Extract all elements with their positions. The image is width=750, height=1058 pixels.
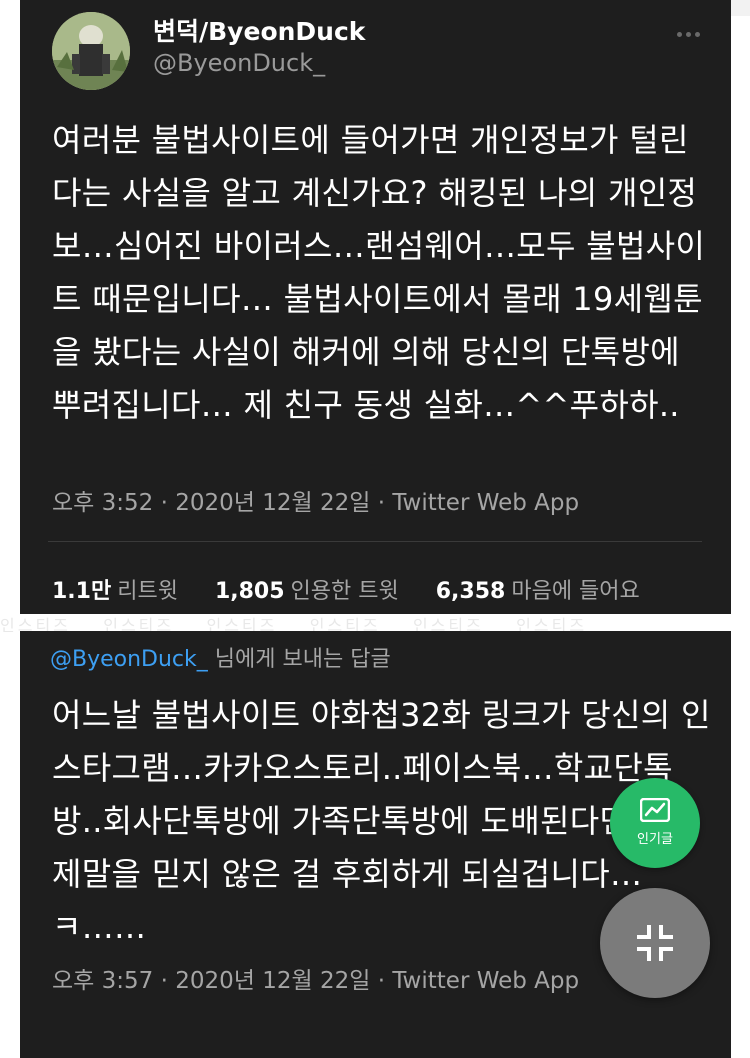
likes-count: 6,358 (435, 579, 506, 604)
tweet-text: 여러분 불법사이트에 들어가면 개인정보가 털린다는 사실을 알고 계신가요? … (52, 121, 706, 424)
quotes-stat[interactable]: 1,805 인용한 트윗 (215, 573, 399, 605)
retweets-count: 1.1만 (52, 579, 112, 604)
collapse-icon (637, 925, 673, 961)
user-handle[interactable]: @ByeonDuck_ (153, 49, 325, 77)
likes-label: 마음에 들어요 (511, 579, 640, 604)
retweets-stat[interactable]: 1.1만 리트윗 (52, 573, 178, 605)
popular-posts-label: 인기글 (637, 832, 673, 847)
stats-divider (48, 541, 702, 542)
avatar[interactable] (52, 12, 130, 90)
watermark: 인스티즈 인스티즈 인스티즈 인스티즈 인스티즈 인스티즈 (0, 616, 588, 632)
reply-to-label: 님에게 보내는 답글 (214, 647, 391, 672)
display-name[interactable]: 변덕/ByeonDuck (153, 12, 365, 48)
popular-posts-button[interactable]: 인기글 (610, 778, 700, 868)
retweets-label: 리트윗 (117, 579, 178, 604)
reply-stats-cut (52, 1049, 712, 1058)
tweet-card: 변덕/ByeonDuck @ByeonDuck_ 여러분 불법사이트에 들어가면… (20, 0, 731, 614)
quotes-label: 인용한 트윗 (290, 579, 399, 604)
quotes-count: 1,805 (214, 579, 285, 604)
avatar-image (52, 12, 130, 90)
reply-to-line: @ByeonDuck_ 님에게 보내는 답글 (50, 641, 391, 673)
reply-timestamp[interactable]: 오후 3:57 · 2020년 12월 22일 · Twitter Web Ap… (52, 961, 579, 995)
more-horizontal-icon[interactable] (677, 22, 705, 37)
screenshot-canvas: 변덕/ByeonDuck @ByeonDuck_ 여러분 불법사이트에 들어가면… (0, 0, 750, 1058)
reply-mention-link[interactable]: @ByeonDuck_ (50, 647, 208, 672)
tweet-timestamp[interactable]: 오후 3:52 · 2020년 12월 22일 · Twitter Web Ap… (52, 483, 579, 517)
likes-stat[interactable]: 6,358 마음에 들어요 (436, 573, 640, 605)
collapse-button[interactable] (600, 888, 710, 998)
tweet-stats: 1.1만 리트윗 1,805 인용한 트윗 6,358 마음에 들어요 (52, 573, 722, 605)
trending-chart-icon (639, 797, 671, 823)
